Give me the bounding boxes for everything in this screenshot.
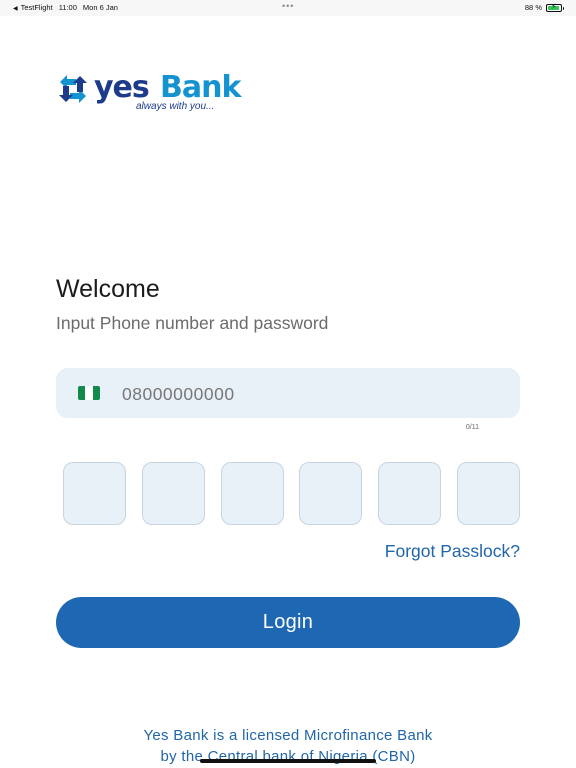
back-app-label: TestFlight <box>20 3 53 12</box>
pin-box[interactable] <box>141 462 205 525</box>
pin-box[interactable] <box>456 462 520 525</box>
license-line-2: by the Central bank of Nigeria (CBN) <box>160 748 416 765</box>
phone-field[interactable] <box>56 368 520 418</box>
login-button[interactable]: Login <box>56 597 520 648</box>
phone-char-counter: 0/11 <box>465 424 479 431</box>
battery-icon: ⚡ <box>546 1 564 12</box>
charging-bolt-icon: ⚡ <box>551 1 557 11</box>
passlock-pin-row <box>63 462 520 525</box>
status-time: 11:00 <box>58 3 77 12</box>
pin-box[interactable] <box>220 462 284 525</box>
status-bar: ◀ TestFlight 11:00 Mon 6 Jan ••• 88 % ⚡ <box>0 0 576 16</box>
status-right: 88 % ⚡ <box>524 1 564 12</box>
logo-word-yes: yes <box>94 70 150 105</box>
yes-bank-logo: yes Bank always with you... <box>56 70 256 115</box>
back-to-app-link[interactable]: ◀ TestFlight <box>13 3 53 12</box>
nigeria-flag-icon[interactable] <box>78 386 100 400</box>
pin-box[interactable] <box>299 462 363 525</box>
logo-tagline: always with you... <box>136 101 215 112</box>
home-indicator[interactable] <box>200 759 376 763</box>
forgot-passlock-link[interactable]: Forgot Passlock? <box>385 541 520 562</box>
phone-input[interactable] <box>122 382 502 406</box>
welcome-title: Welcome <box>56 275 160 303</box>
pin-box[interactable] <box>63 462 126 525</box>
recycle-arrows-icon <box>59 75 87 103</box>
back-arrow-icon: ◀ <box>13 6 18 12</box>
battery-percent: 88 % <box>524 3 542 12</box>
status-date: Mon 6 Jan <box>82 3 118 12</box>
pin-box[interactable] <box>378 462 442 525</box>
status-left: ◀ TestFlight 11:00 Mon 6 Jan <box>13 3 118 12</box>
welcome-subtitle: Input Phone number and password <box>56 313 329 333</box>
logo-word-bank: Bank <box>160 70 241 105</box>
license-line-1: Yes Bank is a licensed Microfinance Bank <box>143 727 433 744</box>
multitasking-dots-icon[interactable]: ••• <box>282 1 294 11</box>
